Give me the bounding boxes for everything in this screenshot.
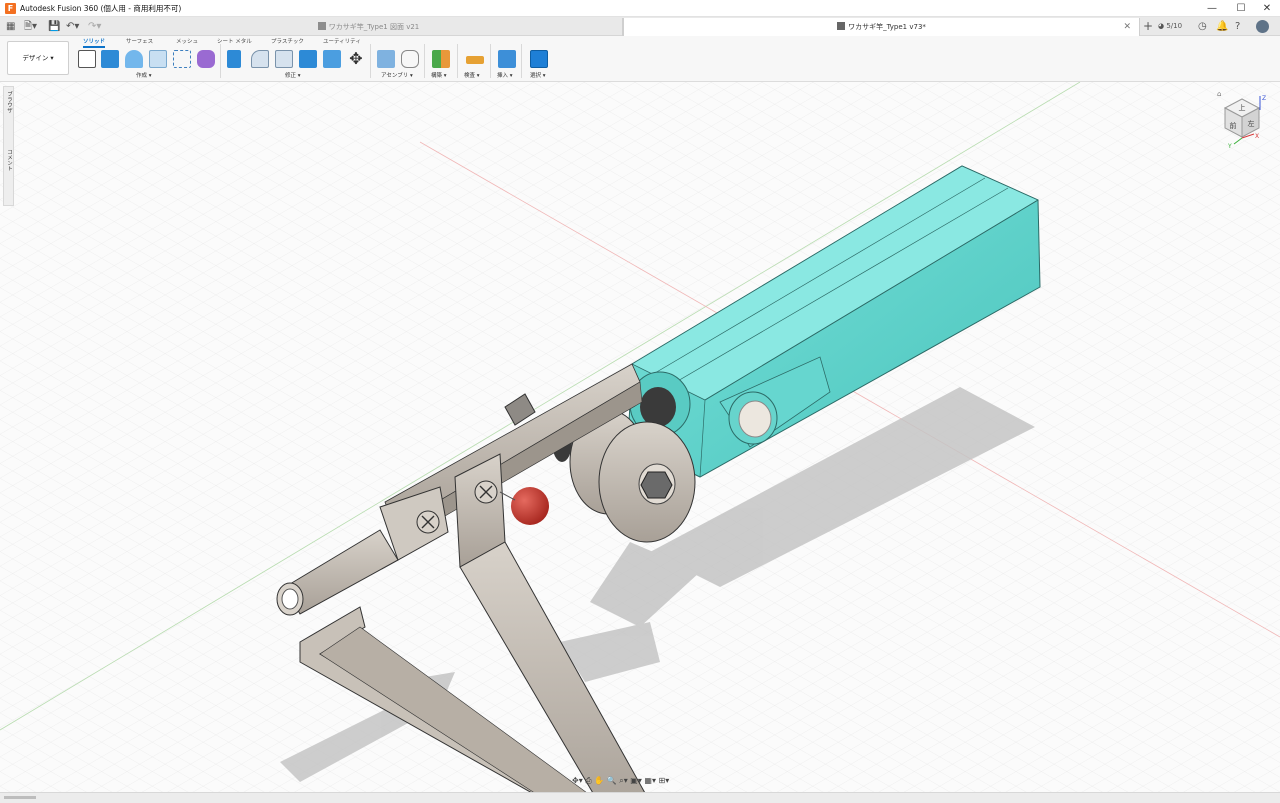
notifications-icon[interactable]: 🔔	[1216, 20, 1228, 33]
look-at-icon[interactable]: ⎙	[585, 776, 591, 785]
modify-group-label[interactable]: 修正 ▾	[285, 71, 301, 79]
y-axis-label: Y	[1227, 143, 1232, 150]
status-bar	[0, 792, 1280, 803]
grid-settings-icon[interactable]: ▦▾	[644, 776, 656, 785]
extrude-icon[interactable]	[101, 50, 119, 68]
viewcube-front-label: 前	[1230, 121, 1237, 130]
avatar[interactable]	[1256, 20, 1269, 33]
inspect-group-label[interactable]: 検査 ▾	[464, 71, 480, 79]
insert-image-icon[interactable]	[498, 50, 516, 68]
model-canvas[interactable]	[0, 81, 1280, 803]
tab-close-icon[interactable]: ✕	[1123, 18, 1131, 36]
ribbon-toolbar: デザイン ▾ ソリッド サーフェス メッシュ シート メタル プラスチック ユー…	[0, 36, 1280, 82]
hole-icon[interactable]	[149, 50, 167, 68]
job-status-icon: ◕	[1158, 22, 1165, 30]
tab-surface[interactable]: サーフェス	[126, 37, 153, 45]
divider	[424, 44, 425, 78]
navigation-bar: ✥▾ ⎙ ✋ 🔍 ⌕▾ ▣▾ ▦▾ ⊞▾	[572, 776, 710, 790]
x-axis-label: X	[1255, 133, 1259, 140]
y-axis-icon	[1233, 137, 1243, 145]
redo-icon[interactable]: ↷▾	[88, 20, 101, 33]
hex-nut-icon[interactable]	[640, 471, 673, 499]
scrollbar-thumb[interactable]	[4, 796, 36, 799]
create-sketch-icon[interactable]	[78, 50, 96, 68]
construct-group-label[interactable]: 構築 ▾	[431, 71, 447, 79]
form-icon[interactable]	[197, 50, 215, 68]
tab-drawing[interactable]: ワカサギ竿_Type1 図面 v21	[115, 18, 623, 36]
bearing-icon	[640, 387, 676, 427]
job-status[interactable]: ◕ 5/10	[1158, 20, 1182, 33]
app-grid-icon[interactable]: ▦	[6, 20, 15, 33]
browser-panel-tab[interactable]: ブラウザ コメント	[3, 86, 14, 206]
help-icon[interactable]: ?	[1235, 20, 1240, 33]
view-cube[interactable]: 上 前 左 Z Y X ⌂	[1212, 88, 1274, 150]
move-icon[interactable]: ✥	[347, 50, 365, 68]
create-group-label[interactable]: 作成 ▾	[136, 71, 152, 79]
workspace-switcher[interactable]: デザイン ▾	[7, 41, 69, 75]
browser-label[interactable]: ブラウザ	[5, 91, 13, 113]
title-bar: F Autodesk Fusion 360 (個人用 - 商用利用不可) — ☐…	[0, 0, 1280, 17]
fusion-logo-icon: F	[5, 2, 16, 14]
new-component-icon[interactable]	[377, 50, 395, 68]
drawing-doc-icon	[317, 22, 326, 30]
select-group-label[interactable]: 選択 ▾	[530, 71, 546, 79]
minimize-button[interactable]: —	[1198, 0, 1226, 17]
tab-sheet-metal[interactable]: シート メタル	[217, 37, 252, 45]
shell-icon[interactable]	[299, 50, 317, 68]
viewcube-top-label: 上	[1239, 103, 1246, 112]
close-button[interactable]: ✕	[1253, 0, 1280, 17]
window-title: Autodesk Fusion 360 (個人用 - 商用利用不可)	[20, 3, 182, 13]
home-view-icon[interactable]: ⌂	[1217, 90, 1221, 98]
z-axis-label: Z	[1262, 95, 1266, 102]
save-icon[interactable]: 💾	[48, 20, 60, 33]
press-pull-icon[interactable]	[227, 50, 241, 68]
divider	[490, 44, 491, 78]
tab-plastic[interactable]: プラスチック	[271, 37, 304, 45]
clock-icon[interactable]: ◷	[1198, 20, 1207, 33]
file-menu-icon[interactable]: 🗎▾	[24, 20, 37, 33]
measure-icon[interactable]	[466, 56, 484, 64]
revolve-icon[interactable]	[125, 50, 143, 68]
divider	[521, 44, 522, 78]
offset-plane-icon[interactable]	[432, 50, 450, 68]
red-knob-icon[interactable]	[511, 487, 549, 525]
pan-icon[interactable]: ✋	[594, 776, 604, 785]
pattern-icon[interactable]	[173, 50, 191, 68]
tab-mesh[interactable]: メッシュ	[176, 37, 198, 45]
tab-utility[interactable]: ユーティリティ	[323, 37, 361, 45]
select-icon[interactable]	[530, 50, 548, 68]
tube-bore	[281, 588, 299, 610]
document-tab-bar: ▦ 🗎▾ 💾 ↶▾ ↷▾ ワカサギ竿_Type1 図面 v21 ワカサギ竿_Ty…	[0, 17, 1280, 36]
fit-icon[interactable]: ⌕▾	[619, 776, 628, 785]
viewports-icon[interactable]: ⊞▾	[659, 776, 670, 785]
pivot-pin-icon[interactable]	[738, 400, 772, 438]
assemble-group-label[interactable]: アセンブリ ▾	[381, 71, 413, 79]
orbit-icon[interactable]: ✥▾	[572, 776, 583, 785]
tab-solid[interactable]: ソリッド	[83, 37, 106, 48]
combine-icon[interactable]	[323, 50, 341, 68]
zoom-icon[interactable]: 🔍	[607, 776, 617, 785]
design-doc-icon	[837, 22, 846, 30]
viewcube-left-label: 左	[1248, 119, 1255, 128]
divider	[220, 44, 221, 78]
undo-icon[interactable]: ↶▾	[66, 20, 79, 33]
chamfer-icon[interactable]	[275, 50, 293, 68]
joint-icon[interactable]	[401, 50, 419, 68]
divider	[457, 44, 458, 78]
3d-viewport[interactable]	[0, 81, 1280, 803]
new-tab-button[interactable]: +	[1143, 20, 1153, 33]
tab-design[interactable]: ワカサギ竿_Type1 v73* ✕	[623, 18, 1140, 36]
fillet-icon[interactable]	[251, 50, 269, 68]
maximize-button[interactable]: ☐	[1227, 0, 1255, 17]
divider	[370, 44, 371, 78]
insert-group-label[interactable]: 挿入 ▾	[497, 71, 513, 79]
comments-label[interactable]: コメント	[5, 149, 13, 171]
display-settings-icon[interactable]: ▣▾	[630, 776, 642, 785]
